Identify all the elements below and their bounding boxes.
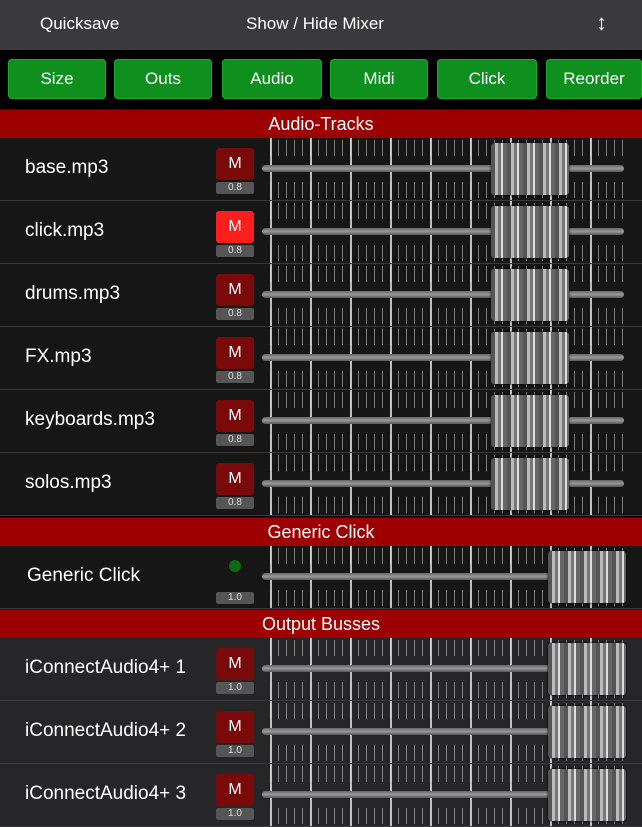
fader-knob[interactable]: [491, 395, 569, 447]
audio-track-row: FX.mp3 M 0.8: [0, 327, 642, 390]
fader-rail: [262, 354, 624, 361]
show-hide-mixer-button[interactable]: Show / Hide Mixer: [246, 14, 384, 34]
fader-rail: [262, 291, 624, 298]
volume-fader[interactable]: [262, 327, 627, 389]
gain-label: 0.8: [216, 182, 254, 194]
volume-fader[interactable]: [262, 701, 627, 763]
click-button[interactable]: Click: [437, 59, 537, 99]
fader-rail: [262, 165, 624, 172]
fader-scale-bottom: [270, 182, 625, 198]
audio-button[interactable]: Audio: [222, 59, 322, 99]
fader-knob[interactable]: [491, 332, 569, 384]
track-name: solos.mp3: [25, 472, 112, 493]
fader-rail: [262, 228, 624, 235]
audio-tracks-header: Audio-Tracks: [0, 109, 642, 139]
audio-track-row: base.mp3 M 0.8: [0, 138, 642, 201]
gain-label: 0.8: [216, 371, 254, 383]
fader-rail: [262, 480, 624, 487]
generic-click-row: Generic Click 1.0: [0, 546, 642, 609]
quicksave-button[interactable]: Quicksave: [40, 14, 119, 34]
volume-fader[interactable]: [262, 138, 627, 200]
audio-track-row: drums.mp3 M 0.8: [0, 264, 642, 327]
gain-label: 1.0: [216, 745, 254, 757]
output-bus-row: iConnectAudio4+ 1 M 1.0: [0, 638, 642, 701]
fader-scale-bottom: [270, 308, 625, 324]
track-name: keyboards.mp3: [25, 409, 155, 430]
outs-button[interactable]: Outs: [114, 59, 212, 99]
output-busses-header: Output Busses: [0, 609, 642, 639]
fader-knob[interactable]: [548, 769, 626, 821]
track-name: base.mp3: [25, 157, 109, 178]
generic-click-header: Generic Click: [0, 517, 642, 547]
track-name: Generic Click: [27, 565, 140, 586]
gain-label: 0.8: [216, 434, 254, 446]
gain-label: 1.0: [216, 592, 254, 604]
gain-label: 1.0: [216, 682, 254, 694]
mute-button[interactable]: M: [216, 337, 254, 369]
fader-knob[interactable]: [491, 458, 569, 510]
track-name: FX.mp3: [25, 346, 92, 367]
volume-fader[interactable]: [262, 638, 627, 700]
click-led-icon: [229, 560, 241, 572]
mute-button[interactable]: M: [216, 211, 254, 243]
track-name: drums.mp3: [25, 283, 121, 304]
size-button[interactable]: Size: [8, 59, 106, 99]
mode-button-row: Size Outs Audio Midi Click Reorder: [0, 50, 642, 108]
mute-button[interactable]: M: [216, 648, 254, 680]
volume-fader[interactable]: [262, 201, 627, 263]
mute-button[interactable]: M: [216, 148, 254, 180]
top-toolbar: Quicksave Show / Hide Mixer ↕: [0, 0, 642, 50]
volume-fader[interactable]: [262, 764, 627, 826]
fader-scale-bottom: [270, 371, 625, 387]
gain-label: 1.0: [216, 808, 254, 820]
audio-track-row: keyboards.mp3 M 0.8: [0, 390, 642, 453]
audio-track-row: click.mp3 M 0.8: [0, 201, 642, 264]
volume-fader[interactable]: [262, 546, 627, 608]
gain-label: 0.8: [216, 308, 254, 320]
track-name: iConnectAudio4+ 1: [25, 657, 187, 678]
fader-knob[interactable]: [548, 706, 626, 758]
fader-scale-bottom: [270, 434, 625, 450]
gain-label: 0.8: [216, 245, 254, 257]
mute-button[interactable]: M: [216, 274, 254, 306]
gain-label: 0.8: [216, 497, 254, 509]
track-name: click.mp3: [25, 220, 105, 241]
volume-fader[interactable]: [262, 264, 627, 326]
fader-knob[interactable]: [491, 269, 569, 321]
track-name: iConnectAudio4+ 2: [25, 720, 187, 741]
volume-fader[interactable]: [262, 390, 627, 452]
output-bus-row: iConnectAudio4+ 2 M 1.0: [0, 701, 642, 764]
midi-button[interactable]: Midi: [330, 59, 428, 99]
reorder-button[interactable]: Reorder: [546, 59, 642, 99]
fader-knob[interactable]: [548, 643, 626, 695]
audio-track-row: solos.mp3 M 0.8: [0, 453, 642, 516]
fader-scale-bottom: [270, 245, 625, 261]
mute-button[interactable]: M: [216, 400, 254, 432]
resize-arrow-icon[interactable]: ↕: [596, 10, 607, 36]
mute-button[interactable]: M: [216, 463, 254, 495]
track-name: iConnectAudio4+ 3: [25, 783, 187, 804]
fader-knob[interactable]: [491, 206, 569, 258]
fader-knob[interactable]: [548, 551, 626, 603]
fader-rail: [262, 417, 624, 424]
fader-knob[interactable]: [491, 143, 569, 195]
fader-scale-bottom: [270, 497, 625, 513]
mute-button[interactable]: M: [216, 711, 254, 743]
output-bus-row: iConnectAudio4+ 3 M 1.0: [0, 764, 642, 827]
mute-button[interactable]: M: [216, 774, 254, 806]
volume-fader[interactable]: [262, 453, 627, 515]
